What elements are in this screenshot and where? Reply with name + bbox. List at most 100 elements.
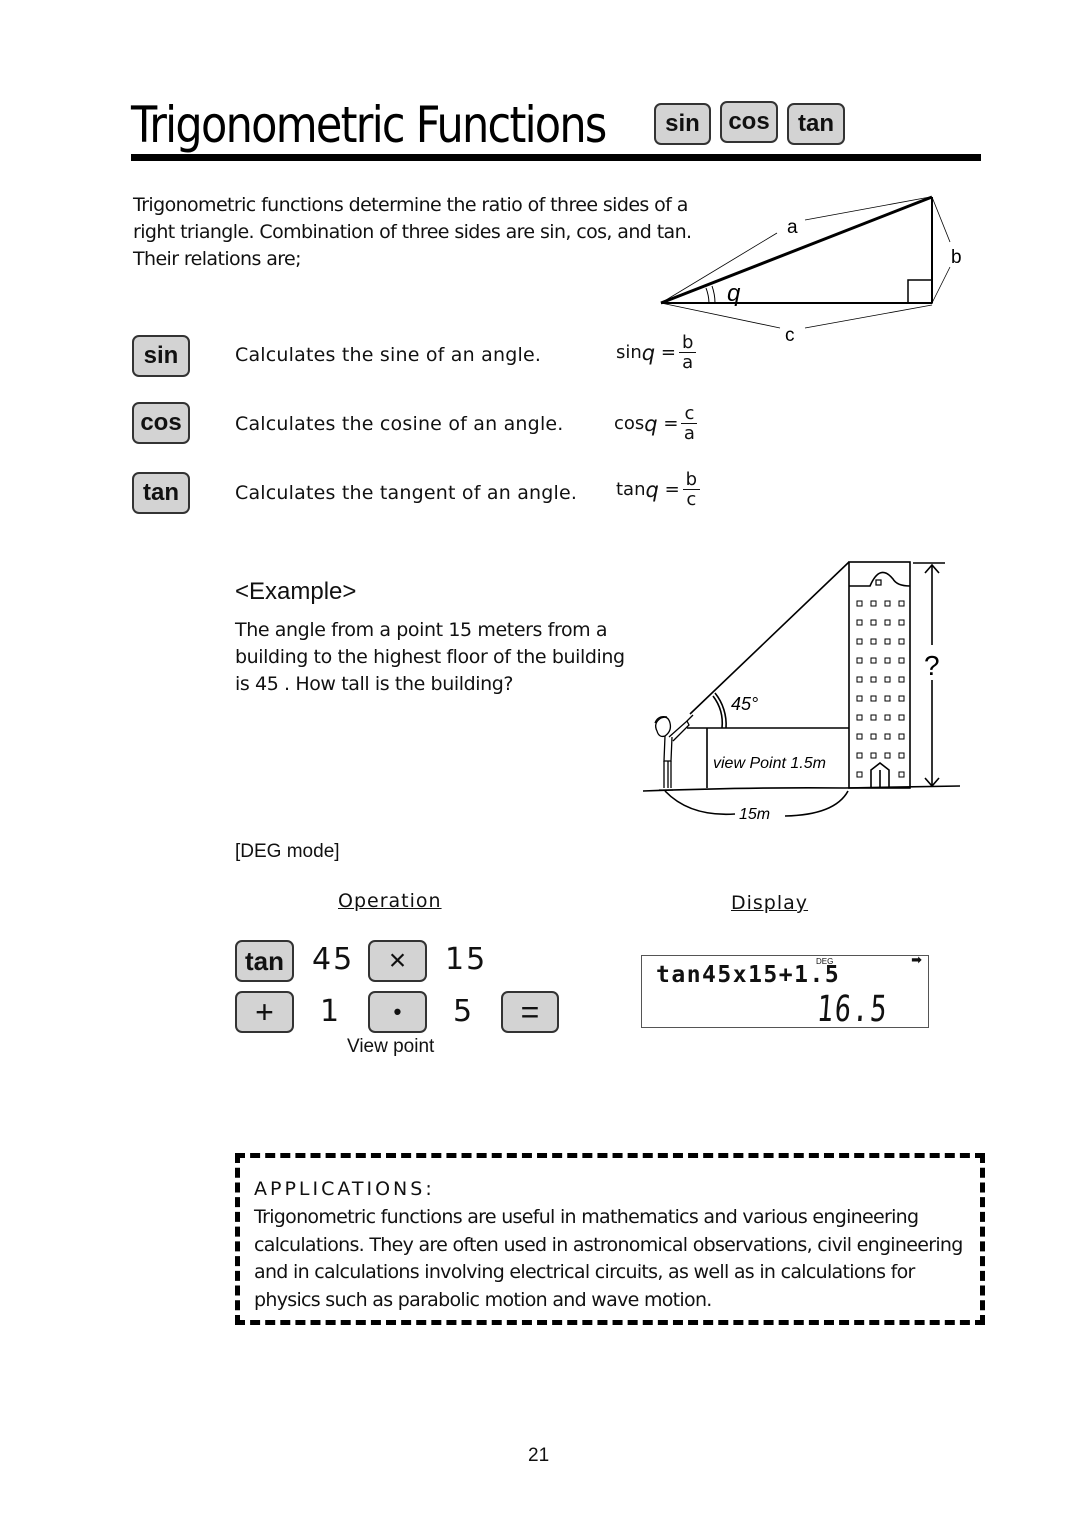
building-window [856, 638, 863, 645]
numerator: c [681, 404, 698, 424]
theta: q [645, 477, 659, 502]
operation-heading: Operation [338, 890, 442, 912]
building-window [884, 676, 891, 683]
intro-text: Trigonometric functions determine the ra… [133, 194, 692, 270]
building-window [884, 638, 891, 645]
building-window [856, 657, 863, 664]
building-window [870, 619, 877, 626]
theta: q [644, 411, 658, 436]
cos-key: cos [132, 402, 190, 444]
formula-lhs: cos [614, 413, 645, 434]
building-window [898, 695, 905, 702]
view-point-note: View point [347, 1036, 435, 1057]
building-window [898, 733, 905, 740]
right-angle-mark [907, 279, 933, 304]
display-expression: tan45x15+1.5 [656, 962, 841, 988]
page-number: 21 [528, 1445, 550, 1466]
numerator: b [678, 333, 697, 353]
building-window [870, 714, 877, 721]
applications-text: Trigonometric functions are useful in ma… [254, 1206, 963, 1311]
building-window [898, 638, 905, 645]
building-window [898, 600, 905, 607]
building-window [856, 676, 863, 683]
applications-heading: APPLICATIONS: [254, 1178, 435, 1200]
mode-label: [DEG mode] [235, 841, 340, 862]
building-window [898, 657, 905, 664]
label-a: a [787, 217, 798, 238]
op-key-decimal: • [368, 991, 427, 1033]
tan-formula: tan q = bc [616, 470, 701, 509]
building-window [856, 752, 863, 759]
sight-line [689, 561, 850, 715]
example-heading: <Example> [235, 578, 357, 605]
sin-key: sin [132, 335, 190, 377]
building-window [898, 619, 905, 626]
label-leaders [660, 196, 951, 329]
title-rule [131, 154, 981, 161]
ground-line [642, 785, 961, 792]
height-unknown-label: ? [924, 650, 940, 681]
denominator: a [682, 352, 694, 373]
distance-arc-left [664, 790, 736, 816]
building-window [856, 619, 863, 626]
angle-arc-2 [711, 285, 716, 304]
cos-description: Calculates the cosine of an angle. [235, 413, 564, 435]
building-window [870, 733, 877, 740]
angle-label: 45° [731, 694, 758, 714]
building-window [898, 752, 905, 759]
building-window [870, 638, 877, 645]
cos-key-badge: cos [720, 101, 778, 143]
building-windows [856, 600, 905, 778]
building-window [870, 752, 877, 759]
building-window [856, 695, 863, 702]
page-title: Trigonometric Functions [131, 96, 607, 154]
op-key-multiply: × [368, 940, 427, 982]
building-roof [849, 571, 911, 587]
denominator: a [683, 423, 695, 444]
building-window [884, 714, 891, 721]
distance-label: 15m [739, 806, 770, 823]
tan-key: tan [132, 472, 190, 514]
op-number-5: 5 [453, 994, 475, 1029]
building-window [870, 657, 877, 664]
building-window [884, 733, 891, 740]
building-window [898, 714, 905, 721]
building-window [884, 752, 891, 759]
op-number-1: 1 [320, 994, 342, 1029]
right-triangle-diagram: a b c q [660, 195, 962, 346]
label-b: b [951, 247, 962, 268]
op-key-equals: = [501, 991, 559, 1033]
building-window [884, 657, 891, 664]
building-window [884, 600, 891, 607]
display-result: 16.5 [815, 989, 890, 1030]
building-window [884, 695, 891, 702]
label-c: c [785, 325, 795, 346]
applications-box: APPLICATIONS: Trigonometric functions ar… [235, 1153, 985, 1325]
person-icon [654, 714, 694, 791]
theta: q [641, 340, 656, 365]
calculator-display: DEG ➡ tan45x15+1.5 16.5 [641, 953, 929, 1030]
arrow-right-icon: ➡ [911, 953, 922, 968]
distance-arc-right [784, 790, 849, 817]
op-number-45: 45 [312, 942, 355, 977]
building-window [856, 714, 863, 721]
tan-key-badge: tan [787, 103, 845, 145]
building-window [856, 733, 863, 740]
op-key-plus: + [235, 991, 294, 1033]
sin-key-badge: sin [654, 103, 711, 145]
formula-lhs: tan [616, 479, 646, 500]
formula-lhs: sin [616, 342, 642, 363]
building-window [856, 771, 863, 778]
angle-theta-label: q [727, 280, 741, 307]
op-number-15: 15 [445, 942, 488, 977]
display-heading: Display [731, 892, 809, 914]
building-window [870, 600, 877, 607]
triangle-shape [660, 195, 933, 305]
building-window [898, 676, 905, 683]
view-point-label: view Point 1.5m [713, 755, 826, 772]
sin-description: Calculates the sine of an angle. [235, 344, 542, 366]
building [848, 561, 911, 789]
building-window [870, 676, 877, 683]
building-window [884, 619, 891, 626]
op-key-tan: tan [235, 940, 294, 982]
